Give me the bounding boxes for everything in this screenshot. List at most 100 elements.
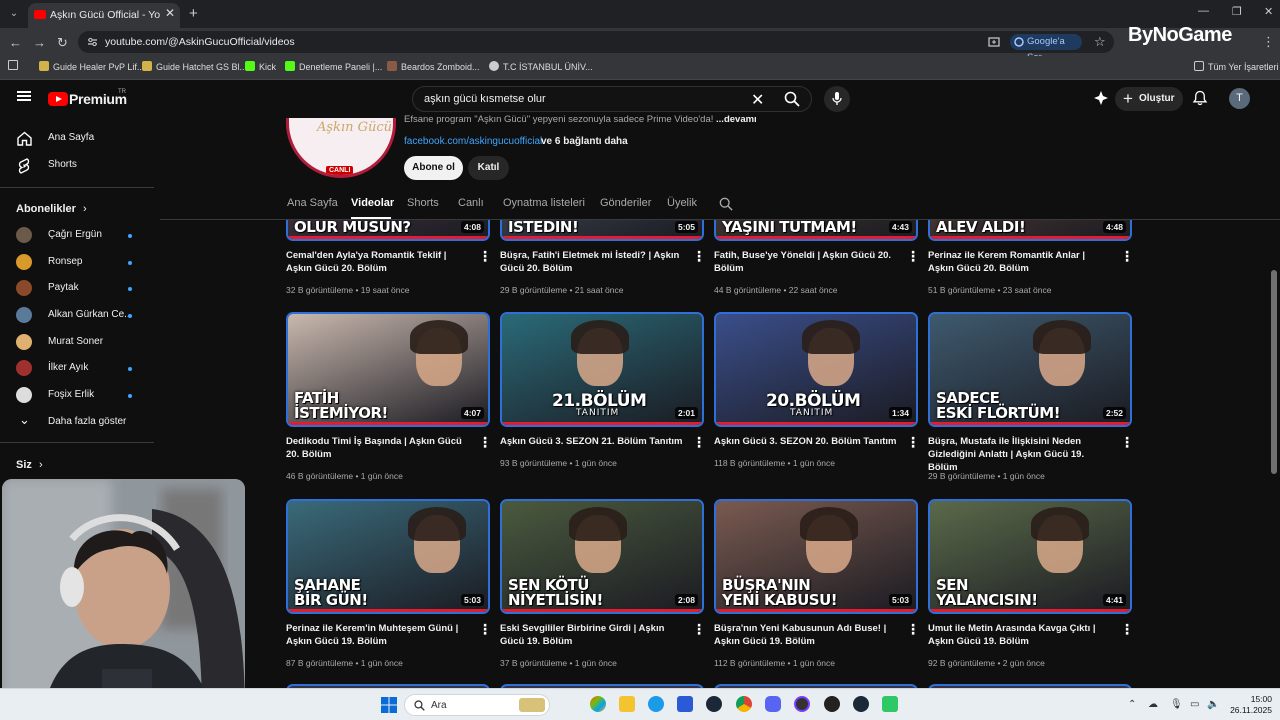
more-options-icon[interactable] bbox=[478, 434, 492, 451]
video-thumbnail[interactable]: TANITIM 20.BÖLÜM 1:34 bbox=[714, 312, 918, 427]
video-card[interactable]: İSTEDİN! 5:05 Büşra, Fatih'i Eletmek mi İs… bbox=[500, 220, 706, 306]
video-title[interactable]: Fatih, Buse'ye Yöneldi | Aşkın Gücü 20. … bbox=[714, 249, 898, 275]
steam-icon[interactable] bbox=[853, 696, 869, 712]
hamburger-menu-icon[interactable] bbox=[17, 91, 31, 101]
tab-close-icon[interactable]: ✕ bbox=[165, 6, 175, 20]
app-icon[interactable] bbox=[794, 696, 810, 712]
page-scrollbar-thumb[interactable] bbox=[1271, 270, 1277, 474]
more-options-icon[interactable] bbox=[906, 248, 920, 265]
video-card[interactable]: SADECE ESKİ FLÖRTÜM! 2:52 Büşra, Mustafa i… bbox=[928, 312, 1134, 492]
more-links-button[interactable]: ve 6 bağlantı daha bbox=[541, 136, 628, 147]
search-icon[interactable] bbox=[784, 91, 800, 107]
new-tab-icon[interactable]: + bbox=[189, 5, 198, 22]
tray-chevron-icon[interactable]: ⌃ bbox=[1128, 699, 1136, 710]
install-app-icon[interactable] bbox=[988, 36, 1000, 48]
edge-icon[interactable] bbox=[648, 696, 664, 712]
windows-start-icon[interactable] bbox=[381, 697, 397, 713]
create-button[interactable]: + Oluştur bbox=[1115, 87, 1183, 111]
sidebar-item-subscription[interactable]: Alkan Gürkan Ce... bbox=[0, 302, 160, 329]
notifications-bell-icon[interactable] bbox=[1192, 90, 1208, 106]
subscribe-button[interactable]: Abone ol bbox=[404, 156, 463, 180]
video-thumbnail[interactable]: BÜŞRA'NIN YENİ KABUSU! 5:03 bbox=[714, 499, 918, 614]
search-input[interactable]: aşkın gücü kısmetse olur ✕ bbox=[412, 86, 812, 112]
sidebar-item-subscription[interactable]: Paytak bbox=[0, 275, 160, 302]
copilot-icon[interactable] bbox=[590, 696, 606, 712]
join-button[interactable]: Katıl bbox=[468, 156, 509, 180]
video-thumbnail[interactable]: SADECE ESKİ FLÖRTÜM! 2:52 bbox=[928, 312, 1132, 427]
video-thumbnail[interactable]: TANITIM 21.BÖLÜM 2:01 bbox=[500, 312, 704, 427]
apps-grid-icon[interactable] bbox=[8, 60, 18, 70]
sidebar-item-shorts[interactable]: Shorts bbox=[0, 152, 160, 179]
video-title[interactable]: Büşra'nın Yeni Kabusunun Adı Buse! | Aşk… bbox=[714, 622, 898, 648]
more-options-icon[interactable] bbox=[906, 621, 920, 638]
bookmark-item[interactable]: Kick bbox=[245, 61, 276, 72]
sidebar-item-subscription[interactable]: Foşix Erlik bbox=[0, 382, 160, 409]
browser-tab-active[interactable]: Aşkın Gücü Official - YouTube ✕ bbox=[28, 3, 180, 28]
minimize-icon[interactable]: — bbox=[1198, 5, 1209, 17]
channel-avatar[interactable]: Aşkın Gücü CANLI bbox=[286, 118, 396, 178]
video-title[interactable]: Büşra, Fatih'i Eletmek mi İstedi? | Aşkı… bbox=[500, 249, 684, 275]
video-card[interactable]: BÜŞRA'NIN YENİ KABUSU! 5:03 Büşra'nın Yeni… bbox=[714, 499, 920, 679]
sidebar-item-subscription[interactable]: İlker Ayık bbox=[0, 355, 160, 382]
window-close-icon[interactable]: ✕ bbox=[1264, 5, 1273, 18]
more-options-icon[interactable] bbox=[692, 248, 706, 265]
bookmark-item[interactable]: Denetleme Paneli |... bbox=[285, 61, 382, 72]
bookmark-star-icon[interactable]: ☆ bbox=[1094, 34, 1106, 50]
channel-description[interactable]: Efsane program "Aşkın Gücü" yepyeni sezo… bbox=[404, 114, 757, 125]
video-card[interactable]: ŞAHANE BİR GÜN! 5:03 Perinaz ile Kerem'in … bbox=[286, 499, 492, 679]
video-thumbnail[interactable]: ŞAHANE BİR GÜN! 5:03 bbox=[286, 499, 490, 614]
more-options-icon[interactable] bbox=[1120, 434, 1134, 451]
bookmark-item[interactable]: Beardos Zomboid... bbox=[387, 61, 480, 72]
restore-icon[interactable]: ❐ bbox=[1232, 5, 1242, 18]
video-card[interactable]: YAŞINI TUTMAM! 4:43 Fatih, Buse'ye Yöneldi… bbox=[714, 220, 920, 306]
app-icon[interactable] bbox=[882, 696, 898, 712]
account-avatar[interactable]: T bbox=[1229, 88, 1250, 109]
back-icon[interactable]: ← bbox=[9, 35, 22, 50]
video-title[interactable]: Büşra, Mustafa ile İlişkisini Neden Gizl… bbox=[928, 435, 1112, 474]
volume-icon[interactable]: 🔈 bbox=[1207, 699, 1219, 710]
file-explorer-icon[interactable] bbox=[619, 696, 635, 712]
video-title[interactable]: Aşkın Gücü 3. SEZON 21. Bölüm Tanıtım bbox=[500, 435, 684, 448]
video-card[interactable]: TANITIM 20.BÖLÜM 1:34 Aşkın Gücü 3. SEZON 2… bbox=[714, 312, 920, 492]
tab-playlists[interactable]: Oynatma listeleri bbox=[503, 197, 585, 209]
clear-search-icon[interactable]: ✕ bbox=[751, 90, 764, 110]
steam-icon[interactable] bbox=[706, 696, 722, 712]
address-bar[interactable]: youtube.com/@AskinGucuOfficial/videos Go… bbox=[78, 31, 1114, 63]
video-thumbnail[interactable]: OLUR MUSUN? 4:08 bbox=[286, 220, 490, 241]
taskbar-search-input[interactable]: Ara bbox=[404, 694, 550, 716]
more-options-icon[interactable] bbox=[478, 248, 492, 265]
forward-icon[interactable]: → bbox=[33, 35, 46, 50]
tab-membership[interactable]: Üyelik bbox=[667, 197, 697, 209]
video-title[interactable]: Perinaz ile Kerem'in Muhteşem Günü | Aşk… bbox=[286, 622, 470, 648]
youtube-logo-icon[interactable] bbox=[48, 92, 68, 106]
bookmark-item[interactable]: Guide Healer PvP Lif... bbox=[39, 61, 144, 72]
microphone-icon[interactable]: 🎙 bbox=[1170, 699, 1183, 710]
bookmark-item[interactable]: T.C İSTANBUL ÜNİV... bbox=[489, 61, 593, 72]
cloud-icon[interactable]: ☁ bbox=[1148, 699, 1158, 710]
discord-icon[interactable] bbox=[765, 696, 781, 712]
tab-posts[interactable]: Gönderiler bbox=[600, 197, 651, 209]
video-thumbnail[interactable]: YAŞINI TUTMAM! 4:43 bbox=[714, 220, 918, 241]
network-icon[interactable]: ▭ bbox=[1190, 699, 1199, 710]
video-title[interactable]: Perinaz ile Kerem Romantik Anlar | Aşkın… bbox=[928, 249, 1112, 275]
video-title[interactable]: Eski Sevgililer Birbirine Girdi | Aşkın … bbox=[500, 622, 684, 648]
more-options-icon[interactable] bbox=[478, 621, 492, 638]
sidebar-item-subscription[interactable]: Ronsep bbox=[0, 249, 160, 276]
obs-icon[interactable] bbox=[824, 696, 840, 712]
sidebar-item-subscription[interactable]: Çağrı Ergün bbox=[0, 222, 160, 249]
google-ask-button[interactable]: Google'a Sor bbox=[1010, 34, 1082, 63]
system-clock[interactable]: 15:00 26.11.2025 bbox=[1222, 694, 1272, 716]
reload-icon[interactable]: ↻ bbox=[57, 35, 68, 51]
more-options-icon[interactable] bbox=[692, 621, 706, 638]
video-card[interactable]: OLUR MUSUN? 4:08 Cemal'den Ayla'ya Romanti… bbox=[286, 220, 492, 306]
chrome-icon[interactable] bbox=[736, 696, 752, 712]
video-card[interactable]: ALEV ALDI! 4:48 Perinaz ile Kerem Romantik… bbox=[928, 220, 1134, 306]
you-heading[interactable]: Siz › bbox=[16, 459, 43, 471]
video-title[interactable]: Cemal'den Ayla'ya Romantik Teklif | Aşkı… bbox=[286, 249, 470, 275]
video-title[interactable]: Umut ile Metin Arasında Kavga Çıktı | Aş… bbox=[928, 622, 1112, 648]
video-card[interactable]: TANITIM 21.BÖLÜM 2:01 Aşkın Gücü 3. SEZON 2… bbox=[500, 312, 706, 492]
browser-menu-icon[interactable]: ⋮ bbox=[1262, 34, 1275, 50]
store-icon[interactable] bbox=[677, 696, 693, 712]
video-thumbnail[interactable]: SEN KÖTÜ NİYETLİSİN! 2:08 bbox=[500, 499, 704, 614]
premium-sparkle-icon[interactable] bbox=[1093, 90, 1109, 106]
